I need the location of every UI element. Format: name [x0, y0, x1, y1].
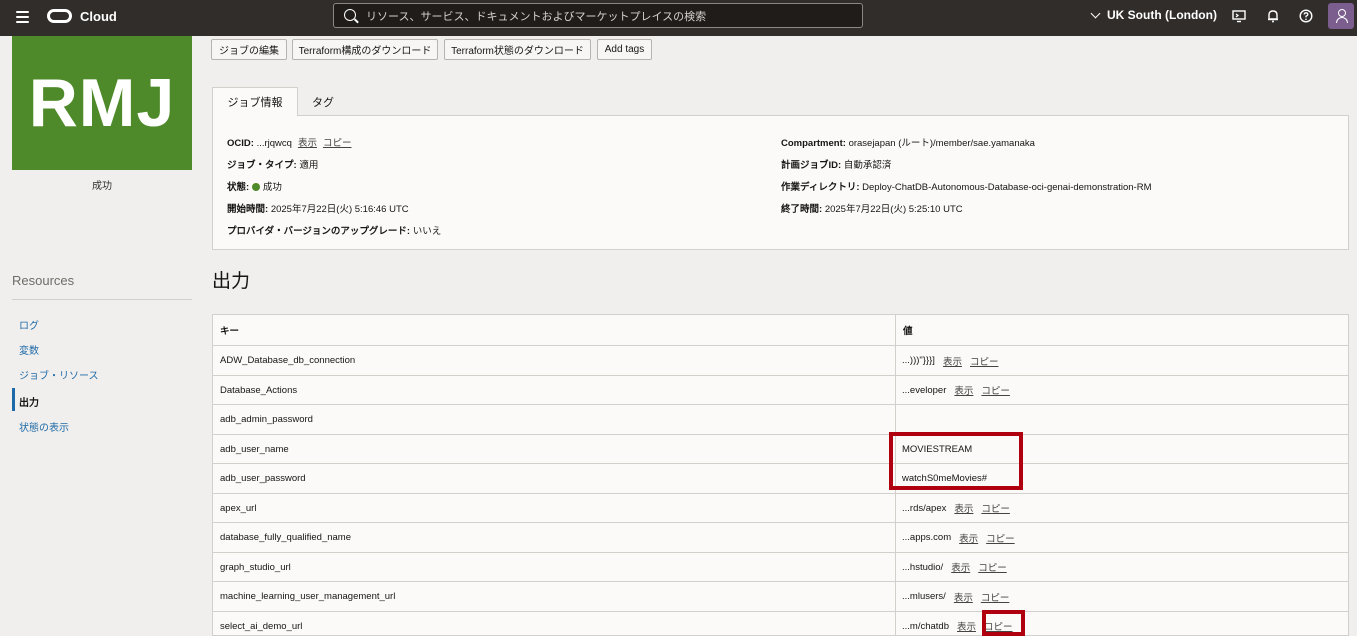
- add-tags-button[interactable]: Add tags: [597, 39, 652, 60]
- output-key: adb_user_name: [220, 443, 289, 455]
- show-link[interactable]: 表示: [954, 383, 973, 397]
- output-value: ...eveloper: [902, 384, 947, 396]
- table-row: adb_user_name MOVIESTREAM: [213, 433, 1348, 464]
- ocid-row: OCID: ...rjqwcq 表示 コピー: [227, 138, 352, 149]
- notification-bell-icon[interactable]: [1266, 9, 1280, 23]
- output-value: ...m/chatdb: [902, 620, 949, 632]
- tab-job-info[interactable]: ジョブ情報: [212, 87, 298, 116]
- output-value: ...rds/apex: [902, 502, 947, 514]
- resources-title: Resources: [12, 273, 75, 288]
- output-value-cell: ...hstudio/表示 コピー: [902, 553, 1007, 582]
- top-bar: Cloud リソース、サービス、ドキュメントおよびマーケットプレイスの検索 UK…: [0, 0, 1357, 36]
- table-row: machine_learning_user_management_url ...m…: [213, 581, 1348, 611]
- output-value-cell: ...)))"}}}] 表示 コピー: [902, 346, 998, 375]
- show-link[interactable]: 表示: [943, 354, 962, 368]
- show-link[interactable]: 表示: [959, 531, 978, 545]
- outputs-table: キー 値 ADW_Database_db_connection ...)))"}}…: [212, 314, 1349, 636]
- output-key: adb_user_password: [220, 473, 306, 484]
- output-key: database_fully_qualified_name: [220, 532, 351, 543]
- plan-job-row: 計画ジョブID: 自動承認済: [781, 160, 892, 171]
- search-icon: [344, 9, 356, 21]
- output-key: Database_Actions: [220, 384, 298, 396]
- cloud-shell-icon[interactable]: [1232, 9, 1246, 23]
- success-status-icon: [251, 183, 260, 191]
- search-input[interactable]: リソース、サービス、ドキュメントおよびマーケットプレイスの検索: [333, 3, 863, 28]
- show-link[interactable]: 表示: [951, 560, 970, 574]
- compartment-row: Compartment: orasejapan (ルート)/member/sae…: [781, 138, 1035, 149]
- resources-divider: [12, 299, 192, 300]
- show-link[interactable]: 表示: [957, 619, 976, 633]
- output-key: adb_admin_password: [220, 414, 313, 425]
- ocid-copy-link[interactable]: コピー: [323, 138, 352, 149]
- table-row: apex_url ...rds/apex 表示 コピー: [213, 492, 1348, 523]
- state-row: 状態: 成功: [227, 182, 282, 193]
- sidebar-item-logs[interactable]: ログ: [19, 317, 39, 332]
- copy-link[interactable]: コピー: [981, 501, 1010, 515]
- table-row: select_ai_demo_url ...m/chatdb 表示 コピー: [213, 610, 1348, 636]
- output-key: machine_learning_user_management_url: [220, 591, 396, 602]
- copy-link-highlight-box: [982, 610, 1025, 636]
- job-status-label: 成功: [92, 181, 112, 192]
- working-directory-row: 作業ディレクトリ: Deploy-ChatDB-Autonomous-Datab…: [781, 182, 1152, 193]
- output-value-cell: ...apps.com 表示 コピー: [902, 523, 1015, 552]
- output-value-cell: ...eveloper 表示 コピー: [902, 376, 1010, 405]
- output-value: ...)))"}}}]: [902, 355, 935, 366]
- output-value-cell: ...mlusers/表示 コピー: [902, 582, 1009, 611]
- sidebar-item-view-state[interactable]: 状態の表示: [19, 419, 69, 434]
- region-label: UK South (London): [1107, 8, 1217, 22]
- tab-tags[interactable]: タグ: [300, 87, 346, 116]
- show-link[interactable]: 表示: [954, 501, 973, 515]
- copy-link[interactable]: コピー: [986, 531, 1015, 545]
- user-avatar-icon[interactable]: [1328, 3, 1354, 29]
- output-key: apex_url: [220, 502, 257, 514]
- resource-badge: RMJ: [12, 36, 192, 170]
- brand-label[interactable]: Cloud: [80, 9, 117, 24]
- copy-link[interactable]: コピー: [978, 560, 1007, 574]
- credentials-highlight-box: [889, 432, 1023, 490]
- oracle-logo-icon[interactable]: [47, 9, 72, 23]
- output-key: select_ai_demo_url: [220, 620, 303, 632]
- hamburger-menu-icon[interactable]: [16, 11, 29, 23]
- region-selector[interactable]: UK South (London): [1090, 8, 1217, 22]
- provider-upgrade-row: プロバイダ・バージョンのアップグレード: いいえ: [227, 226, 442, 237]
- ocid-show-link[interactable]: 表示: [298, 138, 317, 149]
- end-time-row: 終了時間: 2025年7月22日(火) 5:25:10 UTC: [781, 204, 963, 215]
- table-row: Database_Actions ...eveloper 表示 コピー: [213, 374, 1348, 405]
- download-terraform-config-button[interactable]: Terraform構成のダウンロード: [292, 39, 438, 60]
- table-row: graph_studio_url ...hstudio/表示 コピー: [213, 551, 1348, 582]
- output-value: ...hstudio/: [902, 561, 944, 573]
- edit-job-button[interactable]: ジョブの編集: [211, 39, 287, 60]
- output-value: ...mlusers/: [902, 591, 946, 602]
- table-row: adb_user_password watchS0meMovies#: [213, 463, 1348, 493]
- copy-link[interactable]: コピー: [981, 383, 1010, 397]
- show-link[interactable]: 表示: [954, 590, 973, 604]
- sidebar-item-outputs[interactable]: 出力: [19, 394, 39, 409]
- job-type-row: ジョブ・タイプ: 適用: [227, 160, 319, 171]
- table-row: database_fully_qualified_name ...apps.com…: [213, 522, 1348, 552]
- copy-link[interactable]: コピー: [981, 590, 1010, 604]
- search-placeholder: リソース、サービス、ドキュメントおよびマーケットプレイスの検索: [366, 10, 707, 23]
- download-terraform-state-button[interactable]: Terraform状態のダウンロード: [444, 39, 591, 60]
- output-value: ...apps.com: [902, 532, 952, 543]
- start-time-row: 開始時間: 2025年7月22日(火) 5:16:46 UTC: [227, 204, 409, 215]
- table-row: adb_admin_password: [213, 404, 1348, 434]
- table-row: ADW_Database_db_connection ...)))"}}}] 表示コ…: [213, 345, 1348, 375]
- output-key: graph_studio_url: [220, 561, 291, 573]
- copy-link[interactable]: コピー: [970, 354, 999, 368]
- column-header-value: 値: [903, 326, 913, 337]
- job-info-panel: OCID: ...rjqwcq 表示 コピー ジョブ・タイプ: 適用 状態: 成功 …: [212, 115, 1349, 250]
- output-value-cell: ...rds/apex 表示 コピー: [902, 494, 1010, 523]
- chevron-down-icon: [1090, 8, 1101, 18]
- output-key: ADW_Database_db_connection: [220, 355, 356, 366]
- sidebar-item-variables[interactable]: 変数: [19, 342, 39, 357]
- sidebar-active-indicator: [12, 388, 15, 411]
- help-icon[interactable]: [1299, 9, 1313, 23]
- sidebar-item-job-resources[interactable]: ジョブ・リソース: [19, 367, 99, 382]
- column-header-key: キー: [220, 326, 240, 337]
- outputs-title: 出力: [212, 271, 251, 292]
